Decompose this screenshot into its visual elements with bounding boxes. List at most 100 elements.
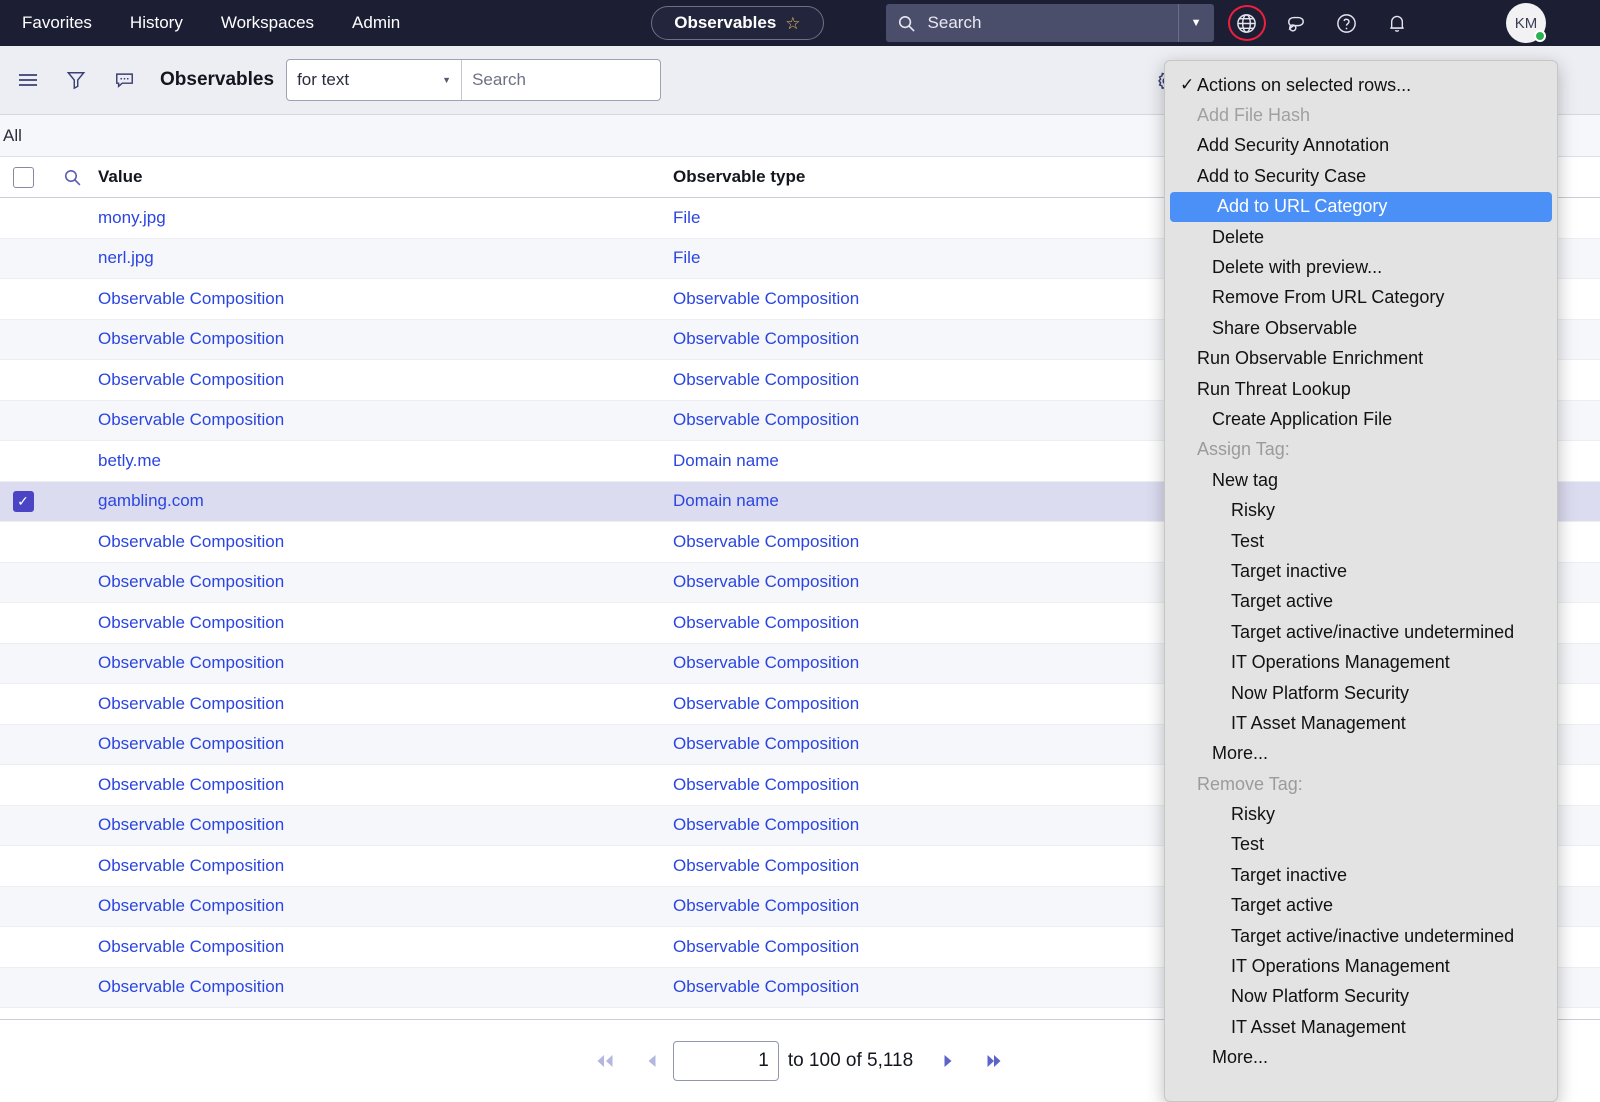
- observable-type-link[interactable]: Observable Composition: [673, 815, 859, 834]
- nav-workspaces[interactable]: Workspaces: [202, 0, 333, 46]
- next-page-button[interactable]: [927, 1053, 970, 1069]
- funnel-icon[interactable]: [52, 46, 100, 115]
- observable-type-link[interactable]: Observable Composition: [673, 370, 859, 389]
- observable-type-link[interactable]: Observable Composition: [673, 289, 859, 308]
- value-link[interactable]: Observable Composition: [98, 937, 284, 956]
- value-link[interactable]: mony.jpg: [98, 208, 166, 227]
- search-input[interactable]: [462, 60, 661, 100]
- menu-item-more[interactable]: More...: [1165, 1043, 1557, 1073]
- last-page-button[interactable]: [970, 1053, 1020, 1069]
- menu-item-add-to-security-case[interactable]: Add to Security Case: [1165, 161, 1557, 191]
- menu-item-target-inactive[interactable]: Target inactive: [1165, 860, 1557, 890]
- menu-item-target-active[interactable]: Target active: [1165, 587, 1557, 617]
- menu-item-target-active-inactive-undetermined[interactable]: Target active/inactive undetermined: [1165, 617, 1557, 647]
- observable-type-link[interactable]: Observable Composition: [673, 734, 859, 753]
- observable-type-link[interactable]: Observable Composition: [673, 977, 859, 996]
- value-link[interactable]: Observable Composition: [98, 775, 284, 794]
- observable-type-link[interactable]: Observable Composition: [673, 653, 859, 672]
- menu-item-add-to-url-category[interactable]: Add to URL Category: [1170, 191, 1552, 222]
- observable-type-link[interactable]: Domain name: [673, 451, 779, 470]
- star-icon[interactable]: ☆: [785, 15, 800, 32]
- nav-history[interactable]: History: [111, 0, 202, 46]
- value-link[interactable]: Observable Composition: [98, 329, 284, 348]
- menu-item-it-operations-management[interactable]: IT Operations Management: [1165, 647, 1557, 677]
- help-icon[interactable]: [1322, 0, 1372, 46]
- column-search-icon[interactable]: [46, 168, 98, 187]
- value-link[interactable]: Observable Composition: [98, 410, 284, 429]
- conversations-icon[interactable]: [1272, 0, 1322, 46]
- row-checkbox-checked[interactable]: ✓: [12, 490, 34, 512]
- value-link[interactable]: Observable Composition: [98, 613, 284, 632]
- menu-item-new-tag[interactable]: New tag: [1165, 465, 1557, 495]
- menu-item-now-platform-security[interactable]: Now Platform Security: [1165, 982, 1557, 1012]
- menu-item-now-platform-security[interactable]: Now Platform Security: [1165, 678, 1557, 708]
- observable-type-link[interactable]: Observable Composition: [673, 572, 859, 591]
- value-link[interactable]: Observable Composition: [98, 734, 284, 753]
- value-link[interactable]: Observable Composition: [98, 694, 284, 713]
- menu-item-create-application-file[interactable]: Create Application File: [1165, 404, 1557, 434]
- value-link[interactable]: gambling.com: [98, 491, 204, 510]
- active-tab-observables[interactable]: Observables ☆: [651, 6, 824, 40]
- value-link[interactable]: Observable Composition: [98, 977, 284, 996]
- menu-item-target-inactive[interactable]: Target inactive: [1165, 556, 1557, 586]
- value-link[interactable]: Observable Composition: [98, 896, 284, 915]
- value-link[interactable]: Observable Composition: [98, 532, 284, 551]
- chevron-down-icon[interactable]: ▼: [1177, 4, 1214, 42]
- nav-admin[interactable]: Admin: [333, 0, 419, 46]
- globe-icon[interactable]: [1222, 0, 1272, 46]
- first-page-button[interactable]: [580, 1053, 630, 1069]
- notifications-icon[interactable]: [1372, 0, 1422, 46]
- observable-type-link[interactable]: Observable Composition: [673, 410, 859, 429]
- value-link[interactable]: Observable Composition: [98, 653, 284, 672]
- menu-item-share-observable[interactable]: Share Observable: [1165, 313, 1557, 343]
- menu-item-delete-with-preview[interactable]: Delete with preview...: [1165, 252, 1557, 282]
- observable-type-link[interactable]: Observable Composition: [673, 329, 859, 348]
- breadcrumb-all[interactable]: All: [0, 126, 22, 146]
- observable-type-link[interactable]: Observable Composition: [673, 937, 859, 956]
- observable-type-link[interactable]: Domain name: [673, 491, 779, 510]
- value-link[interactable]: Observable Composition: [98, 370, 284, 389]
- observable-type-link[interactable]: File: [673, 248, 700, 267]
- value-link[interactable]: Observable Composition: [98, 572, 284, 591]
- hamburger-icon[interactable]: [4, 46, 52, 115]
- menu-item-it-asset-management[interactable]: IT Asset Management: [1165, 1012, 1557, 1042]
- comment-icon[interactable]: [100, 46, 148, 115]
- value-link[interactable]: nerl.jpg: [98, 248, 154, 267]
- nav-favorites[interactable]: Favorites: [0, 0, 111, 46]
- menu-item-test[interactable]: Test: [1165, 526, 1557, 556]
- observable-type-link[interactable]: Observable Composition: [673, 613, 859, 632]
- column-header-observable-type[interactable]: Observable type: [673, 167, 805, 186]
- observable-type-link[interactable]: File: [673, 208, 700, 227]
- avatar[interactable]: KM: [1506, 3, 1546, 43]
- value-link[interactable]: betly.me: [98, 451, 161, 470]
- value-link[interactable]: Observable Composition: [98, 856, 284, 875]
- actions-context-menu[interactable]: ✓ Actions on selected rows... Add File Has…: [1164, 60, 1558, 1102]
- menu-item-add-security-annotation[interactable]: Add Security Annotation: [1165, 131, 1557, 161]
- menu-item-test[interactable]: Test: [1165, 830, 1557, 860]
- menu-item-risky[interactable]: Risky: [1165, 495, 1557, 525]
- menu-item-it-asset-management[interactable]: IT Asset Management: [1165, 708, 1557, 738]
- value-link[interactable]: Observable Composition: [98, 815, 284, 834]
- menu-item-delete[interactable]: Delete: [1165, 222, 1557, 252]
- menu-item-remove-from-url-category[interactable]: Remove From URL Category: [1165, 283, 1557, 313]
- menu-item-target-active-inactive-undetermined[interactable]: Target active/inactive undetermined: [1165, 921, 1557, 951]
- observable-type-link[interactable]: Observable Composition: [673, 775, 859, 794]
- menu-item-run-threat-lookup[interactable]: Run Threat Lookup: [1165, 374, 1557, 404]
- observable-type-link[interactable]: Observable Composition: [673, 896, 859, 915]
- observable-type-link[interactable]: Observable Composition: [673, 856, 859, 875]
- observable-type-link[interactable]: Observable Composition: [673, 694, 859, 713]
- previous-page-button[interactable]: [630, 1053, 673, 1069]
- page-number-input[interactable]: [672, 1041, 779, 1081]
- column-header-value[interactable]: Value: [98, 167, 142, 186]
- menu-item-more[interactable]: More...: [1165, 739, 1557, 769]
- observable-type-link[interactable]: Observable Composition: [673, 532, 859, 551]
- menu-item-target-active[interactable]: Target active: [1165, 891, 1557, 921]
- select-all-checkbox[interactable]: [12, 166, 34, 188]
- menu-item-it-operations-management[interactable]: IT Operations Management: [1165, 951, 1557, 981]
- global-search[interactable]: Search ▼: [885, 4, 1214, 42]
- filter-field-select[interactable]: for text ▼: [287, 60, 463, 100]
- value-link[interactable]: Observable Composition: [98, 289, 284, 308]
- menu-item-risky[interactable]: Risky: [1165, 799, 1557, 829]
- menu-item-run-observable-enrichment[interactable]: Run Observable Enrichment: [1165, 344, 1557, 374]
- menu-item-actions-on-selected-rows[interactable]: ✓ Actions on selected rows...: [1165, 70, 1557, 100]
